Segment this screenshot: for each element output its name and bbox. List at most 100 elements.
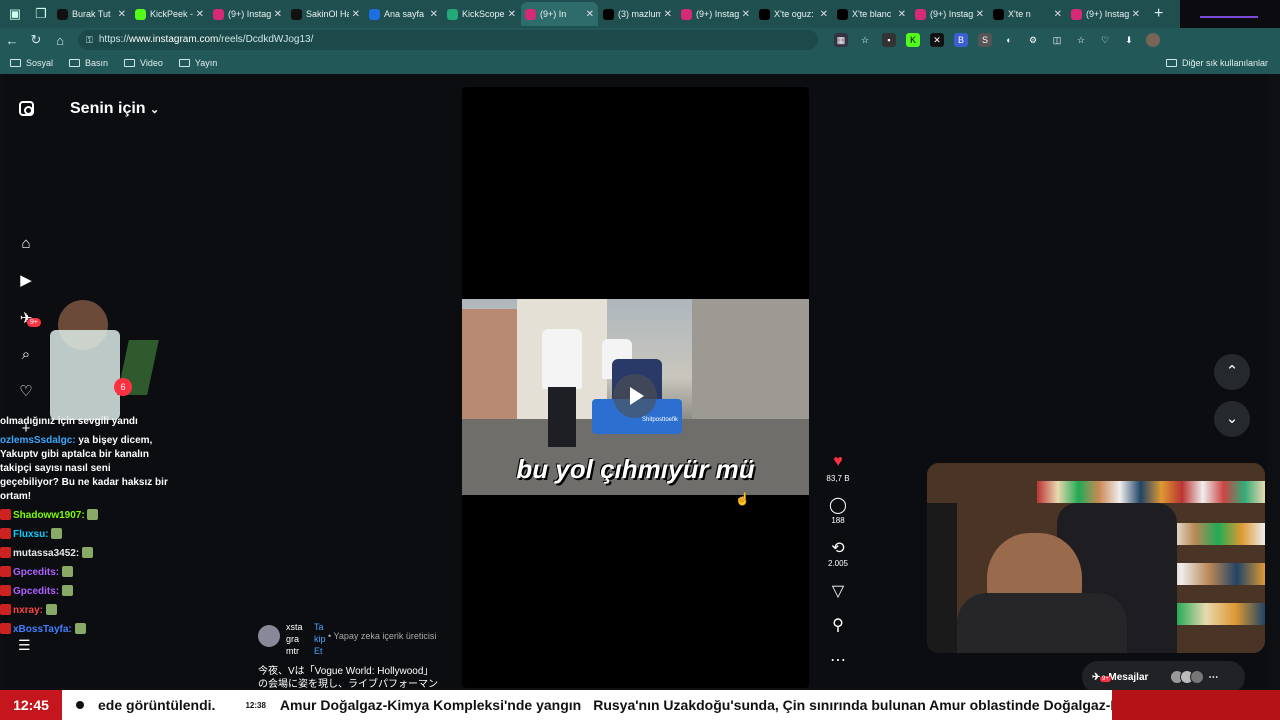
other-bookmarks-folder[interactable]: Diğer sık kullanılanlar bbox=[1165, 52, 1268, 74]
browser-tab[interactable]: (9+) Instag ✕ bbox=[911, 2, 988, 26]
emote-icon bbox=[51, 528, 63, 539]
close-icon[interactable]: ✕ bbox=[664, 9, 672, 20]
new-tab-button[interactable]: + bbox=[1154, 5, 1163, 23]
emote-icon bbox=[61, 585, 73, 596]
extension-icon[interactable]: ▪ bbox=[882, 33, 896, 47]
avatar[interactable] bbox=[258, 625, 280, 647]
folder-icon bbox=[10, 59, 21, 67]
extension-icon[interactable]: K bbox=[906, 33, 920, 47]
tab-actions-icon[interactable]: ▣ bbox=[4, 3, 26, 25]
send-icon: ✈ bbox=[1092, 671, 1101, 683]
reel-video-frame[interactable]: Shitposttoefik bu yol çıhmıyür mü bbox=[462, 299, 809, 495]
url-path: /reels/DcdkdWJog13/ bbox=[218, 34, 314, 45]
chevron-down-icon: ⌄ bbox=[1225, 410, 1239, 427]
close-icon[interactable]: ✕ bbox=[118, 9, 126, 20]
browser-tab[interactable]: X'te n ✕ bbox=[989, 2, 1066, 26]
feed-selector[interactable]: Senin için ⌄ bbox=[70, 100, 159, 118]
extension-icon[interactable]: ▦ bbox=[834, 33, 848, 47]
tab-title: KickPeek - bbox=[150, 9, 193, 19]
browser-tab[interactable]: KickPeek - ✕ bbox=[131, 2, 208, 26]
tab-favicon-icon bbox=[57, 8, 68, 20]
badge-icon bbox=[0, 509, 11, 520]
reels-nav-icon[interactable]: ▶ bbox=[17, 272, 35, 290]
browser-tab[interactable]: SakinOl Ha ✕ bbox=[287, 2, 364, 26]
menu-icon[interactable]: ☰ bbox=[18, 637, 31, 654]
tab-favicon-icon bbox=[1071, 8, 1082, 20]
close-icon[interactable]: ✕ bbox=[1132, 9, 1140, 20]
instagram-logo-icon[interactable] bbox=[19, 101, 34, 116]
close-icon[interactable]: ✕ bbox=[742, 9, 750, 20]
save-button[interactable]: ⚲ bbox=[821, 615, 855, 635]
stream-chat-overlay: olmadığınız için sevgili yandı ozlemsSsda… bbox=[0, 415, 170, 642]
reload-icon[interactable]: ↻ bbox=[24, 32, 48, 48]
chat-username: nxray: bbox=[13, 605, 44, 616]
url-field[interactable]: ⚿ https://www.instagram.com/reels/DcdkdW… bbox=[78, 30, 818, 50]
messages-badge: 9+ bbox=[1100, 676, 1111, 682]
browser-tab[interactable]: X'te blanc ✕ bbox=[833, 2, 910, 26]
browser-tab[interactable]: (9+) Instag ✕ bbox=[209, 2, 286, 26]
close-icon[interactable]: ✕ bbox=[196, 9, 204, 20]
browser-tab[interactable]: Burak Tut ✕ bbox=[53, 2, 130, 26]
browser-tab[interactable]: X'te oguz: ✕ bbox=[755, 2, 832, 26]
browser-tab[interactable]: (3) mazlum ✕ bbox=[599, 2, 676, 26]
like-button[interactable]: ♥ 83,7 B bbox=[821, 453, 855, 483]
close-icon[interactable]: ✕ bbox=[898, 9, 906, 20]
browser-tab[interactable]: KickScope ✕ bbox=[443, 2, 520, 26]
more-button[interactable]: ⋯ bbox=[821, 650, 855, 670]
ticker-headline: Amur Doğalgaz-Kimya Kompleksi'nde yangın bbox=[279, 697, 582, 713]
close-icon[interactable]: ✕ bbox=[508, 9, 516, 20]
close-icon[interactable]: ✕ bbox=[430, 9, 438, 20]
other-bookmarks-label: Diğer sık kullanılanlar bbox=[1181, 58, 1268, 68]
bookmark-folder[interactable]: Basın bbox=[69, 58, 108, 68]
extension-icon[interactable]: ◐ bbox=[1002, 33, 1016, 47]
close-icon[interactable]: ✕ bbox=[1054, 9, 1062, 20]
repost-button[interactable]: ⟲ 2.005 bbox=[821, 538, 855, 568]
reel-caption[interactable]: 今夜、Vは「Vogue World: Hollywood」の会場に姿を現し、ライ… bbox=[258, 665, 438, 688]
favorite-icon[interactable]: ☆ bbox=[858, 33, 872, 47]
extension-icon[interactable]: ⚙ bbox=[1026, 33, 1040, 47]
close-icon[interactable]: ✕ bbox=[586, 9, 594, 20]
emote-icon bbox=[45, 604, 57, 615]
chevron-up-icon: ⌃ bbox=[1225, 363, 1239, 380]
back-icon[interactable]: ← bbox=[0, 33, 24, 48]
close-icon[interactable]: ✕ bbox=[820, 9, 828, 20]
chat-username: mutassa3452: bbox=[13, 548, 80, 559]
browser-tab[interactable]: (9+) Instag ✕ bbox=[1067, 2, 1144, 26]
author-name[interactable]: xsta gra mtr bbox=[286, 621, 308, 657]
browser-tab[interactable]: Ana sayfa ✕ bbox=[365, 2, 442, 26]
reel-player[interactable]: Shitposttoefik bu yol çıhmıyür mü bbox=[462, 87, 809, 688]
close-icon[interactable]: ✕ bbox=[352, 9, 360, 20]
feed-title: Senin için bbox=[70, 100, 146, 117]
previous-reel-button[interactable]: ⌃ bbox=[1214, 354, 1250, 390]
send-icon: ▽ bbox=[831, 583, 845, 600]
extension-icon[interactable]: B bbox=[954, 33, 968, 47]
split-view-icon[interactable]: ◫ bbox=[1050, 33, 1064, 47]
extension-icon[interactable]: S bbox=[978, 33, 992, 47]
close-icon[interactable]: ✕ bbox=[976, 9, 984, 20]
bookmark-folder[interactable]: Sosyal bbox=[10, 58, 53, 68]
comment-button[interactable]: ◯ 188 bbox=[821, 495, 855, 525]
favorites-icon[interactable]: ☆ bbox=[1074, 33, 1088, 47]
tab-groups-icon[interactable]: ❐ bbox=[30, 3, 52, 25]
bookmark-folder[interactable]: Video bbox=[124, 58, 163, 68]
streamer-jar-cam: 6 bbox=[28, 300, 159, 420]
next-reel-button[interactable]: ⌄ bbox=[1214, 401, 1250, 437]
home-icon[interactable]: ⌂ bbox=[48, 33, 72, 48]
tab-title: (9+) In bbox=[540, 9, 567, 19]
home-nav-icon[interactable]: ⌂ bbox=[17, 235, 35, 253]
downloads-icon[interactable]: ⬇ bbox=[1122, 33, 1136, 47]
browser-tab[interactable]: (9+) In ✕ bbox=[521, 2, 598, 26]
browser-tab[interactable]: (9+) Instag ✕ bbox=[677, 2, 754, 26]
badge-icon bbox=[0, 528, 11, 539]
chat-message: olmadığınız için sevgili yandı bbox=[0, 415, 170, 429]
play-icon[interactable] bbox=[613, 374, 657, 418]
tab-title: Burak Tut bbox=[72, 9, 111, 19]
close-icon[interactable]: ✕ bbox=[274, 9, 282, 20]
extension-icon[interactable]: ✕ bbox=[930, 33, 944, 47]
profile-avatar[interactable] bbox=[1146, 33, 1160, 47]
collections-icon[interactable]: ♡ bbox=[1098, 33, 1112, 47]
share-button[interactable]: ▽ bbox=[821, 581, 855, 601]
ticker-text: ede görüntülendi. 12:38 Amur Doğalgaz-Ki… bbox=[98, 690, 1112, 720]
bookmark-folder[interactable]: Yayın bbox=[178, 58, 217, 68]
follow-button[interactable]: Ta kip Et bbox=[314, 621, 326, 657]
